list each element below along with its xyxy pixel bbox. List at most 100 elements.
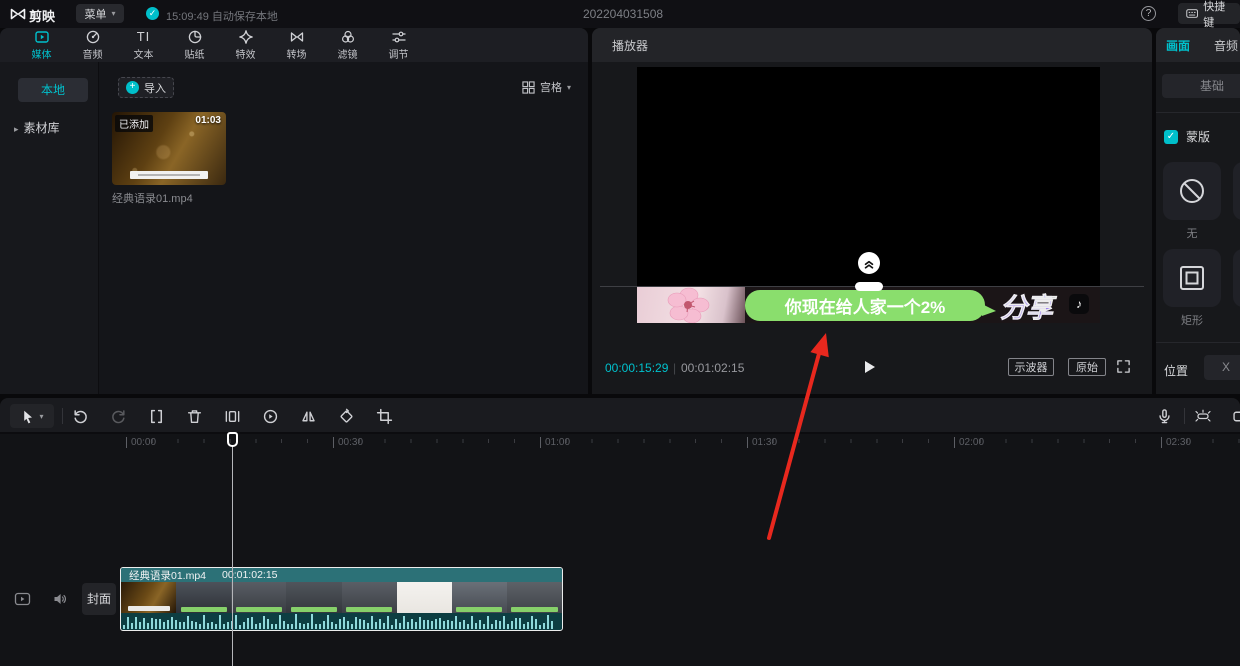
video-frame-strip: 你现在给人家一个2% 分享 ♪ bbox=[637, 287, 1100, 323]
scope-label: 示波器 bbox=[1015, 359, 1048, 375]
track-mute-icon[interactable] bbox=[52, 591, 68, 607]
text-icon: TI bbox=[137, 29, 151, 45]
mask-option-none[interactable] bbox=[1163, 162, 1221, 220]
delete-button[interactable] bbox=[182, 404, 206, 428]
rectangle-mask-icon bbox=[1177, 263, 1207, 293]
playhead-handle[interactable] bbox=[227, 432, 238, 447]
sidebar-item-local[interactable]: 本地 bbox=[18, 78, 88, 102]
divider bbox=[1184, 408, 1185, 424]
tab-text[interactable]: TI 文本 bbox=[118, 28, 169, 62]
grid-view-icon bbox=[522, 81, 535, 94]
chevron-down-icon: ▾ bbox=[567, 83, 571, 92]
autosave-check-icon: ✓ bbox=[146, 7, 159, 20]
play-button[interactable] bbox=[860, 358, 878, 376]
magnet-icon bbox=[1194, 407, 1212, 425]
original-quality-button[interactable]: 原始 bbox=[1068, 358, 1106, 376]
divider bbox=[1156, 112, 1240, 113]
tab-picture[interactable]: 画面 bbox=[1166, 37, 1190, 54]
mask-checkbox[interactable]: ✓ bbox=[1164, 130, 1178, 144]
shortcuts-button[interactable]: 快捷键 bbox=[1178, 3, 1240, 24]
media-icon bbox=[34, 29, 50, 45]
filmstrip-frame bbox=[397, 582, 452, 613]
help-icon[interactable]: ? bbox=[1141, 6, 1156, 21]
mask-none-label: 无 bbox=[1163, 225, 1221, 241]
filmstrip-frame bbox=[452, 582, 507, 613]
rotate-button[interactable] bbox=[334, 404, 358, 428]
mask-option-partial-1[interactable] bbox=[1233, 162, 1240, 220]
player-title: 播放器 bbox=[612, 37, 648, 54]
video-track-row: 封面 经典语录01.mp4 00:01:02:15 bbox=[0, 566, 1240, 632]
main-track-magnet-button[interactable] bbox=[1191, 404, 1215, 428]
filmstrip-frame bbox=[507, 582, 562, 613]
mask-label: 蒙版 bbox=[1186, 128, 1210, 145]
flower-image bbox=[637, 287, 745, 323]
cursor-icon bbox=[20, 409, 35, 424]
tab-media[interactable]: 媒体 bbox=[16, 28, 67, 62]
tiktok-note-icon: ♪ bbox=[1069, 294, 1089, 314]
toolbar-clipped-button[interactable] bbox=[1229, 404, 1240, 428]
tab-sticker[interactable]: 贴纸 bbox=[169, 28, 220, 62]
menu-button[interactable]: 菜单 ▾ bbox=[76, 4, 124, 23]
mask-toggle-row: ✓ 蒙版 bbox=[1164, 128, 1210, 145]
double-chevron-up-icon bbox=[862, 256, 876, 270]
media-panel: 媒体 音频 TI 文本 贴纸 bbox=[0, 28, 588, 394]
mask-option-rectangle[interactable] bbox=[1163, 249, 1221, 307]
split-button[interactable] bbox=[144, 404, 168, 428]
select-tool-button[interactable]: ▾ bbox=[10, 404, 54, 428]
ruler-label: 00:30 bbox=[333, 437, 363, 448]
undo-button[interactable] bbox=[68, 404, 92, 428]
subtitle-text: 你现在给人家一个2% bbox=[785, 293, 946, 318]
filmstrip-frame bbox=[342, 582, 397, 613]
expand-up-button[interactable] bbox=[858, 252, 880, 274]
tab-adjust[interactable]: 调节 bbox=[373, 28, 424, 62]
divider bbox=[62, 408, 63, 424]
tab-effects[interactable]: 特效 bbox=[220, 28, 271, 62]
menu-label: 菜单 bbox=[84, 6, 106, 22]
import-button[interactable]: + 导入 bbox=[118, 77, 174, 98]
adjust-icon bbox=[391, 29, 407, 45]
mirror-button[interactable] bbox=[296, 404, 320, 428]
sticker-icon bbox=[187, 29, 203, 45]
plus-icon: + bbox=[126, 81, 139, 94]
record-voiceover-button[interactable] bbox=[1152, 404, 1176, 428]
sub-tab-basic[interactable]: 基础 bbox=[1162, 74, 1240, 98]
current-time: 00:00:15:29 bbox=[605, 361, 668, 375]
clip-filmstrip bbox=[121, 582, 562, 613]
timeline-clip[interactable]: 经典语录01.mp4 00:01:02:15 bbox=[120, 567, 563, 631]
top-bar: 剪映 菜单 ▾ ✓ 15:09:49 自动保存本地 202204031508 ?… bbox=[0, 0, 1240, 28]
divider bbox=[1156, 342, 1240, 343]
clip-name: 经典语录01.mp4 bbox=[129, 568, 206, 583]
playhead-line bbox=[232, 446, 233, 666]
media-clip-thumbnail[interactable]: 已添加 01:03 bbox=[112, 112, 226, 185]
inspector-tab-bar: 画面 音频 bbox=[1156, 28, 1240, 62]
freeze-frame-button[interactable] bbox=[220, 404, 244, 428]
tab-transition[interactable]: 转场 bbox=[271, 28, 322, 62]
project-title: 202204031508 bbox=[560, 7, 686, 21]
scope-button[interactable]: 示波器 bbox=[1008, 358, 1054, 376]
position-x-field[interactable]: X bbox=[1204, 355, 1240, 380]
subtitle-bubble-tail bbox=[982, 304, 996, 316]
drag-handle[interactable] bbox=[855, 282, 883, 291]
reverse-button[interactable] bbox=[258, 404, 282, 428]
clipped-icon bbox=[1233, 408, 1240, 425]
thumbnail-subtitle-strip bbox=[130, 171, 208, 179]
fullscreen-icon[interactable] bbox=[1116, 359, 1131, 374]
timeline-ruler[interactable]: 00:00 00:30 01:00 01:30 02:00 02:30 bbox=[0, 434, 1240, 452]
media-library: 本地 ▸素材库 + 导入 宫格 ▾ 已添加 bbox=[0, 62, 588, 394]
cherry-blossom-icon bbox=[637, 287, 745, 323]
redo-button[interactable] bbox=[106, 404, 130, 428]
shortcuts-label: 快捷键 bbox=[1203, 0, 1232, 30]
view-mode-selector[interactable]: 宫格 ▾ bbox=[522, 79, 571, 95]
circle-slash-icon bbox=[1177, 176, 1207, 206]
original-label: 原始 bbox=[1076, 359, 1098, 375]
tab-audio[interactable]: 音频 bbox=[67, 28, 118, 62]
crop-button[interactable] bbox=[372, 404, 396, 428]
sidebar-item-material-library[interactable]: ▸素材库 bbox=[14, 119, 60, 136]
mask-option-partial-2[interactable] bbox=[1233, 249, 1240, 307]
reverse-play-icon bbox=[262, 408, 279, 425]
video-track-icon[interactable] bbox=[14, 591, 31, 607]
audio-icon bbox=[85, 29, 101, 45]
tab-filter[interactable]: 滤镜 bbox=[322, 28, 373, 62]
tab-audio-inspector[interactable]: 音频 bbox=[1214, 37, 1238, 54]
cover-button[interactable]: 封面 bbox=[82, 583, 116, 615]
